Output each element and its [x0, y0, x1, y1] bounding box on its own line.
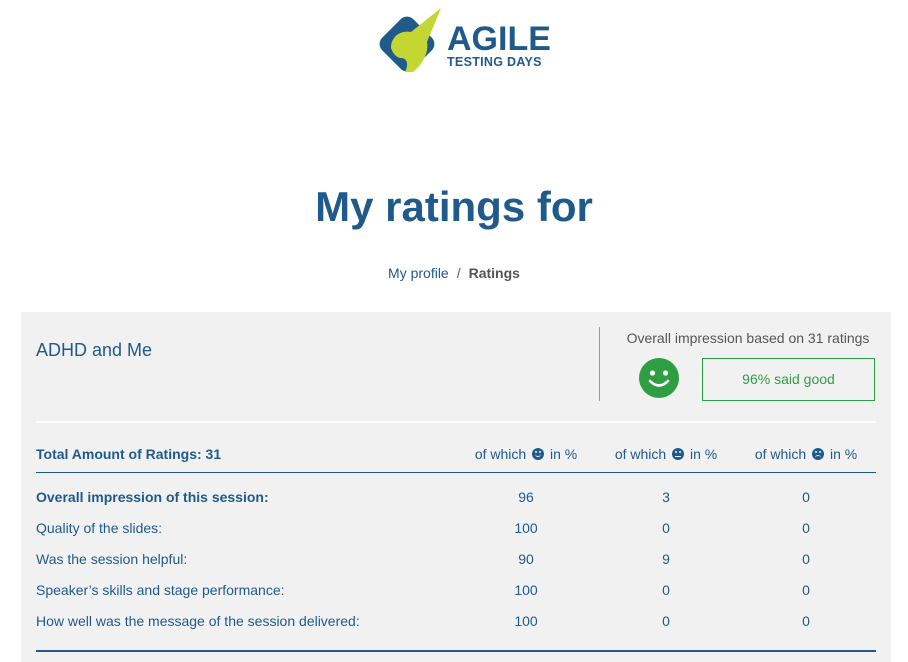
- neutral-column-header: of which in %: [596, 436, 736, 473]
- good-percent: 100: [514, 581, 538, 598]
- good-percent: 100: [514, 519, 538, 536]
- bad-percent: 0: [802, 488, 810, 505]
- breadcrumb: My profile / Ratings: [0, 265, 908, 281]
- ratings-table: Total Amount of Ratings: 31 of which in …: [36, 436, 876, 636]
- bad-percent: 0: [802, 519, 810, 536]
- good-percent: 96: [518, 488, 534, 505]
- overall-impression-label: Overall impression based on 31 ratings: [626, 330, 870, 346]
- overall-result-badge: 96% said good: [702, 358, 875, 401]
- neutral-percent: 0: [662, 519, 670, 536]
- bad-percent: 0: [802, 612, 810, 629]
- total-ratings-header: Total Amount of Ratings: 31: [36, 436, 456, 473]
- table-row: How well was the message of the session …: [36, 605, 876, 636]
- session-ratings-card: ADHD and Me Overall impression based on …: [21, 312, 891, 662]
- bad-column-header: of which in %: [736, 436, 876, 473]
- table-row: Overall impression of this session: 96 3…: [36, 473, 876, 513]
- neutral-percent: 0: [662, 581, 670, 598]
- question-label: Speaker’s skills and stage performance:: [36, 581, 285, 598]
- divider-horizontal: [36, 421, 876, 423]
- question-label: Quality of the slides:: [36, 519, 163, 536]
- table-row: Was the session helpful: 90 9 0: [36, 543, 876, 574]
- breadcrumb-current: Ratings: [468, 265, 520, 281]
- good-column-header: of which in %: [456, 436, 596, 473]
- session-title: ADHD and Me: [36, 340, 153, 360]
- question-label: Overall impression of this session:: [36, 488, 269, 505]
- neutral-percent: 3: [662, 488, 670, 505]
- page-title: My ratings for: [315, 183, 593, 230]
- bad-percent: 0: [802, 550, 810, 567]
- good-smiley-icon: [639, 358, 679, 398]
- neutral-percent: 0: [662, 612, 670, 629]
- neutral-percent: 9: [662, 550, 670, 567]
- logo-text-agile: AGILE: [447, 20, 551, 58]
- good-percent: 90: [518, 550, 534, 567]
- divider-vertical: [599, 327, 600, 401]
- question-label: How well was the message of the session …: [36, 612, 360, 629]
- table-row: Quality of the slides: 100 0 0: [36, 512, 876, 543]
- bad-face-icon: [812, 448, 825, 460]
- ratings-header-row: Total Amount of Ratings: 31 of which in …: [36, 436, 876, 473]
- agile-testing-days-logo[interactable]: AGILE TESTING DAYS: [377, 8, 551, 80]
- bad-percent: 0: [802, 581, 810, 598]
- unicorn-logo-icon: [379, 8, 441, 72]
- logo-text-testing-days: TESTING DAYS: [447, 55, 542, 69]
- neutral-face-icon: [672, 448, 685, 460]
- table-row: Speaker’s skills and stage performance: …: [36, 574, 876, 605]
- question-label: Was the session helpful:: [36, 550, 188, 567]
- breadcrumb-link-my-profile[interactable]: My profile: [388, 265, 449, 281]
- breadcrumb-separator: /: [456, 265, 461, 281]
- good-face-icon: [532, 448, 545, 460]
- table-bottom-divider: [36, 650, 876, 652]
- good-percent: 100: [514, 612, 538, 629]
